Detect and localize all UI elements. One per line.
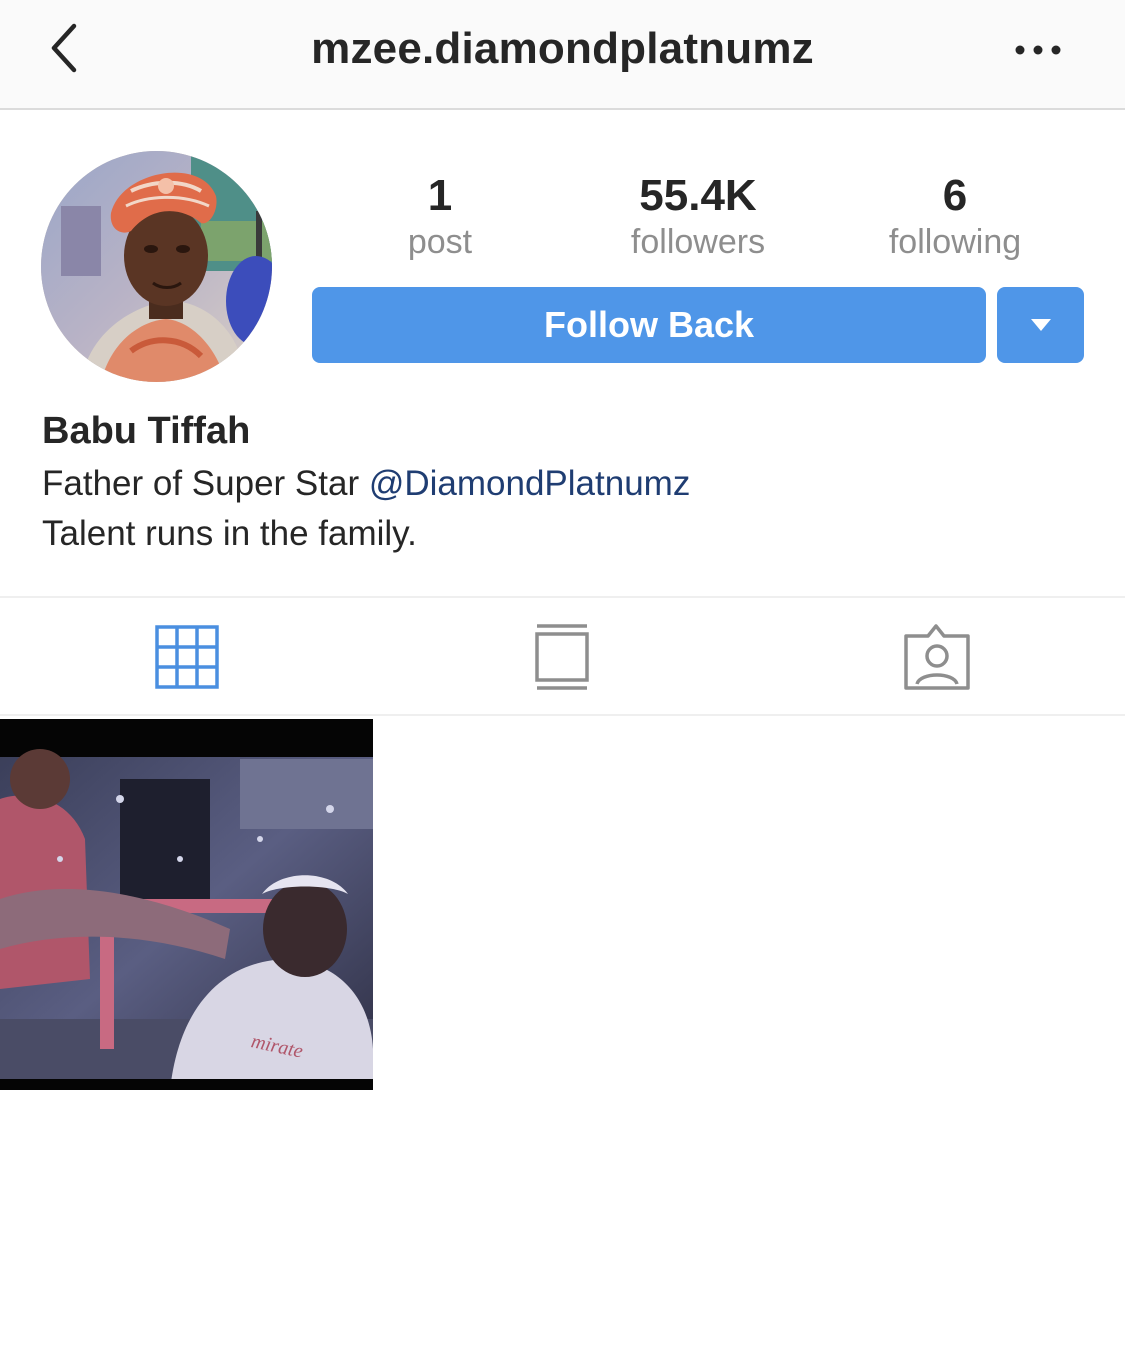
bio-line-1: Father of Super Star @DiamondPlatnumz [42, 464, 690, 504]
bio-text: Father of Super Star [42, 464, 369, 503]
profile-tabs [0, 596, 1125, 716]
more-options-button[interactable] [1008, 28, 1068, 72]
caret-down-icon [1030, 319, 1051, 331]
stat-posts[interactable]: 1 post [330, 170, 550, 262]
tab-grid[interactable] [152, 620, 224, 692]
posts-label: post [407, 223, 473, 261]
following-count: 6 [942, 171, 968, 220]
posts-count: 1 [427, 171, 453, 220]
followers-count: 55.4K [639, 171, 757, 220]
following-label: following [888, 223, 1022, 261]
tagged-icon [904, 624, 970, 690]
bio-mention-link[interactable]: @DiamondPlatnumz [369, 464, 691, 503]
stat-followers[interactable]: 55.4K followers [588, 170, 808, 262]
bio-line-2: Talent runs in the family. [42, 514, 417, 553]
more-horizontal-icon [1015, 45, 1061, 55]
tab-feed[interactable] [527, 620, 599, 692]
followers-label: followers [630, 223, 766, 261]
stat-following[interactable]: 6 following [845, 170, 1065, 262]
suggested-dropdown-button[interactable] [997, 287, 1084, 363]
post-photo: mirate [0, 719, 373, 1090]
grid-icon [155, 625, 219, 689]
profile-avatar[interactable] [41, 151, 272, 382]
feed-icon [535, 624, 589, 690]
nav-header: mzee.diamondplatnumz [0, 0, 1125, 110]
post-thumbnail[interactable]: mirate [0, 719, 373, 1090]
profile-username-title: mzee.diamondplatnumz [311, 24, 814, 73]
follow-back-button[interactable]: Follow Back [312, 287, 986, 363]
tab-tagged[interactable] [902, 620, 974, 692]
avatar-photo [41, 151, 272, 382]
profile-page: mzee.diamondplatnumz 1 post 55.4K follow… [0, 0, 1125, 1353]
profile-display-name: Babu Tiffah [42, 410, 251, 452]
